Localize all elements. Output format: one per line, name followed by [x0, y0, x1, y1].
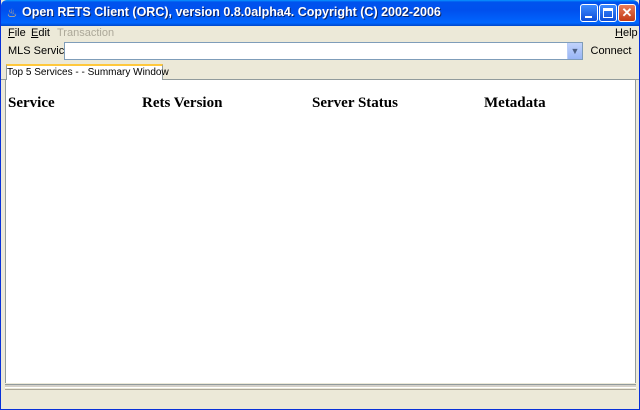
chevron-down-icon[interactable]: ▼ — [567, 43, 582, 59]
connect-button-label: Connect — [590, 45, 632, 57]
menu-file[interactable]: File — [8, 26, 26, 40]
menu-edit[interactable]: Edit — [31, 26, 50, 40]
status-bar — [5, 389, 636, 408]
tab-summary-window[interactable]: Top 5 Services - - Summary Window — [6, 64, 169, 81]
connect-button[interactable]: Connect — [588, 41, 634, 61]
tab-strip: Top 5 Services - - Summary Window — [1, 63, 639, 81]
column-header-server-status: Server Status — [312, 95, 398, 111]
window-title: Open RETS Client (ORC), version 0.8.0alp… — [22, 5, 441, 19]
column-header-rets-version: Rets Version — [142, 95, 223, 111]
service-toolbar: MLS Service ▼ Connect — [1, 41, 639, 61]
menu-transaction[interactable]: Transaction — [57, 26, 114, 40]
split-pane-divider[interactable] — [5, 384, 636, 388]
menu-bar: File Edit Transaction Help — [1, 26, 639, 40]
maximize-button[interactable] — [599, 4, 617, 22]
minimize-icon — [585, 16, 592, 18]
column-header-service: Service — [8, 95, 55, 111]
column-header-metadata: Metadata — [484, 95, 546, 111]
java-coffee-icon: ♨ — [6, 6, 18, 20]
menu-help[interactable]: Help — [615, 26, 638, 40]
minimize-button[interactable] — [580, 4, 598, 22]
close-icon: ✕ — [621, 5, 633, 20]
mls-service-select[interactable]: ▼ — [64, 42, 583, 60]
title-bar[interactable]: ♨ Open RETS Client (ORC), version 0.8.0a… — [1, 0, 639, 26]
summary-panel: Service Rets Version Server Status Metad… — [5, 80, 636, 383]
app-window: ♨ Open RETS Client (ORC), version 0.8.0a… — [0, 0, 640, 410]
mls-service-label: MLS Service — [8, 45, 71, 57]
close-button[interactable]: ✕ — [618, 4, 636, 22]
maximize-icon — [603, 8, 613, 18]
